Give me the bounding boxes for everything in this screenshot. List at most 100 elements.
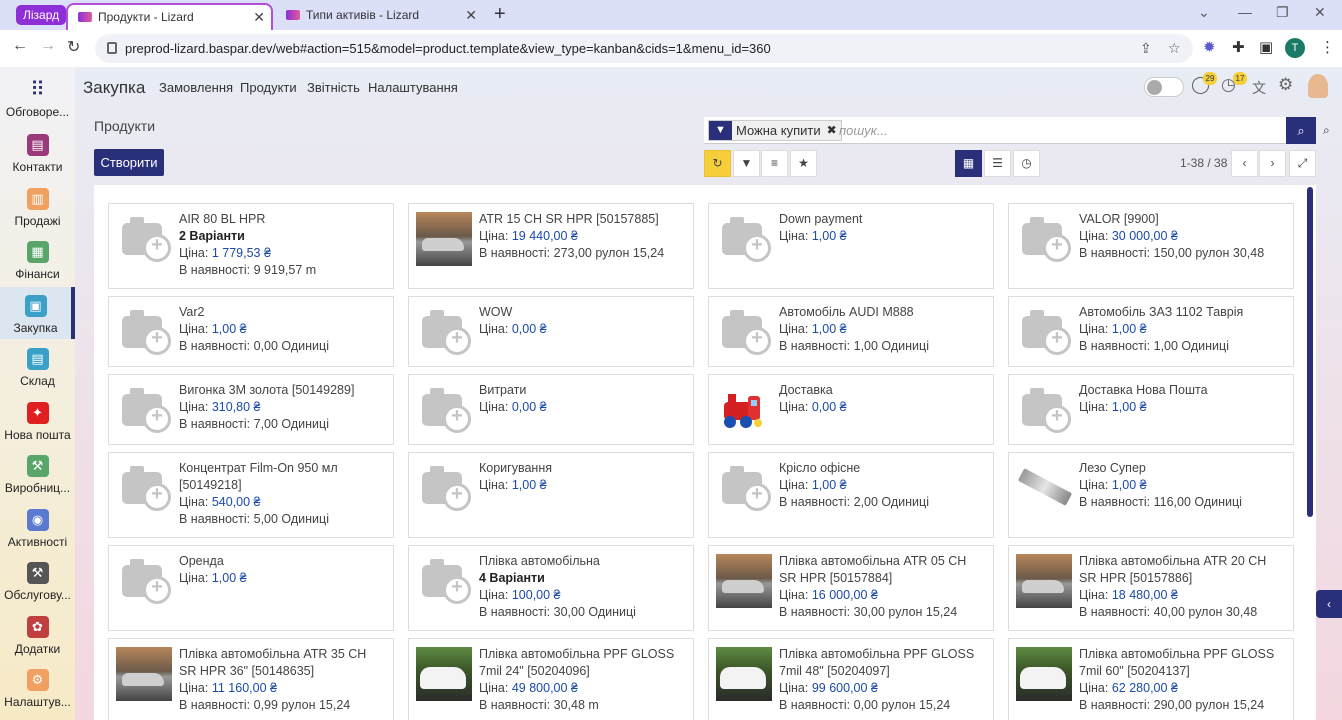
favorites-button[interactable]: ★ bbox=[790, 150, 817, 177]
url-text[interactable]: preprod-lizard.baspar.dev/web#action=515… bbox=[125, 41, 771, 56]
sidebar-item-maintenance[interactable]: ⚒ Обслугову... bbox=[0, 558, 75, 608]
extension-gear-icon[interactable]: ✹ bbox=[1203, 38, 1216, 56]
tab-search-icon[interactable]: ⌄ bbox=[1198, 4, 1210, 21]
product-price: Ціна: 11 160,00 ₴ bbox=[179, 680, 385, 697]
menu-settings[interactable]: Налаштування bbox=[368, 80, 458, 95]
remove-facet-icon[interactable]: ✖ bbox=[827, 121, 837, 140]
close-tab-icon[interactable]: ✕ bbox=[465, 3, 477, 28]
sidebar-item-manufacturing[interactable]: ⚒ Виробниц... bbox=[0, 451, 75, 501]
scrollbar[interactable] bbox=[1307, 187, 1313, 517]
product-card[interactable]: Коригування Ціна: 1,00 ₴ bbox=[408, 452, 694, 538]
collapse-panel-button[interactable]: ‹ bbox=[1316, 590, 1342, 618]
sidebar-item-finance[interactable]: ▦ Фінанси bbox=[0, 237, 75, 287]
product-name: VALOR [9900] bbox=[1079, 212, 1159, 226]
search-options-icon[interactable]: ⌕ bbox=[1323, 123, 1330, 138]
filter-button[interactable]: ▼ bbox=[733, 150, 760, 177]
price-label: Ціна: bbox=[1079, 478, 1109, 492]
product-card[interactable]: Плівка автомобільна ATR 35 CH SR HPR 36"… bbox=[108, 638, 394, 720]
product-card[interactable]: Доставка Нова Пошта Ціна: 1,00 ₴ bbox=[1008, 374, 1294, 445]
search-facet[interactable]: ▼ Можна купити ✖ bbox=[708, 120, 842, 141]
sidebar-item-warehouse[interactable]: ▤ Склад bbox=[0, 344, 75, 394]
forward-icon[interactable]: → bbox=[40, 37, 56, 55]
sidebar-item-apps[interactable]: ✿ Додатки bbox=[0, 612, 75, 662]
product-card[interactable]: Плівка автомобільна ATR 20 CH SR HPR [50… bbox=[1008, 545, 1294, 631]
product-card[interactable]: Var2Ціна: 1,00 ₴В наявності: 0,00 Одиниц… bbox=[108, 296, 394, 367]
product-card[interactable]: Концентрат Film-On 950 мл [50149218] Ціна… bbox=[108, 452, 394, 538]
product-card[interactable]: Плівка автомобільна PPF GLOSS 7mil 24" [… bbox=[408, 638, 694, 720]
sidebar-item-activities[interactable]: ◉ Активності bbox=[0, 505, 75, 555]
sidepanel-icon[interactable]: ▣ bbox=[1259, 38, 1273, 56]
sidebar-item-discuss[interactable]: ⠿ Обговоре... bbox=[0, 75, 75, 125]
product-card[interactable]: VALOR [9900]Ціна: 30 000,00 ₴В наявності… bbox=[1008, 203, 1294, 289]
image-placeholder-icon bbox=[1016, 304, 1072, 360]
refresh-button[interactable]: ↻ bbox=[704, 150, 731, 177]
product-card[interactable]: Лезо Супер Ціна: 1,00 ₴ В наявності: 116,0… bbox=[1008, 452, 1294, 538]
product-stock: В наявності: 0,00 Одиниці bbox=[179, 339, 329, 353]
maximize-icon[interactable]: ❐ bbox=[1276, 4, 1289, 21]
list-view-button[interactable]: ☰ bbox=[984, 150, 1011, 177]
app-title[interactable]: Закупка bbox=[83, 78, 145, 98]
profile-avatar[interactable]: T bbox=[1285, 38, 1305, 58]
product-card[interactable]: ATR 15 CH SR HPR [50157885] Ціна: 19 440,… bbox=[408, 203, 694, 289]
product-card[interactable]: Крісло офіснеЦіна: 1,00 ₴В наявності: 2,… bbox=[708, 452, 994, 538]
search-bar[interactable]: ▼ Можна купити ✖ пошук... bbox=[704, 117, 1286, 144]
sidebar-item-purchase[interactable]: ▣ Закупка bbox=[0, 287, 75, 339]
product-price: Ціна: 1,00 ₴ bbox=[1079, 321, 1285, 338]
product-card[interactable]: Плівка автомобільна 4 ВаріантиЦіна: 100,0… bbox=[408, 545, 694, 631]
browser-tab-products[interactable]: Продукти - Lizard ✕ bbox=[66, 3, 273, 30]
product-card[interactable]: Плівка автомобільна PPF GLOSS 7mil 60" [… bbox=[1008, 638, 1294, 720]
search-input[interactable]: пошук... bbox=[839, 123, 888, 138]
product-info: Down payment Ціна: 1,00 ₴ bbox=[779, 211, 985, 245]
bookmark-star-icon[interactable]: ☆ bbox=[1168, 40, 1181, 57]
pager-next-button[interactable]: › bbox=[1259, 150, 1286, 177]
product-card[interactable]: Доставка Ціна: 0,00 ₴ bbox=[708, 374, 994, 445]
back-icon[interactable]: ← bbox=[12, 37, 28, 55]
new-tab-icon[interactable]: + bbox=[494, 3, 506, 26]
pager-value[interactable]: 1-38 / 38 bbox=[1180, 156, 1227, 170]
product-card[interactable]: Плівка автомобільна ATR 05 CH SR HPR [50… bbox=[708, 545, 994, 631]
activity-view-button[interactable]: ◷ bbox=[1013, 150, 1040, 177]
product-variants[interactable]: 4 Варіанти bbox=[479, 570, 685, 587]
mode-toggle[interactable] bbox=[1144, 77, 1184, 97]
image-placeholder-icon bbox=[116, 304, 172, 360]
product-card[interactable]: AIR 80 BL HPR2 ВаріантиЦіна: 1 779,53 ₴В… bbox=[108, 203, 394, 289]
sidebar-item-sales[interactable]: ▥ Продажі bbox=[0, 184, 75, 234]
extensions-puzzle-icon[interactable]: ✚ bbox=[1232, 38, 1245, 56]
sidebar-item-settings[interactable]: ⚙ Налаштув... bbox=[0, 665, 75, 715]
reload-icon[interactable]: ↻ bbox=[67, 37, 80, 57]
language-icon[interactable]: 文 bbox=[1252, 78, 1266, 98]
group-by-button[interactable]: ≡ bbox=[761, 150, 788, 177]
search-button[interactable]: ⌕ bbox=[1286, 117, 1316, 144]
menu-orders[interactable]: Замовлення bbox=[159, 80, 233, 95]
menu-products[interactable]: Продукти bbox=[240, 80, 297, 95]
product-price: Ціна: 18 480,00 ₴ bbox=[1079, 587, 1285, 604]
kanban-view-button[interactable]: ▦ bbox=[955, 150, 982, 177]
browser-menu-icon[interactable]: ⋮ bbox=[1320, 38, 1335, 56]
image-placeholder-icon bbox=[416, 304, 472, 360]
profile-chip[interactable]: Лізард bbox=[16, 5, 67, 25]
product-card[interactable]: Автомобіль ЗАЗ 1102 ТавріяЦіна: 1,00 ₴В … bbox=[1008, 296, 1294, 367]
share-icon[interactable]: ⇪ bbox=[1140, 40, 1152, 57]
product-card[interactable]: Вигонка 3М золота [50149289] Ціна: 310,80… bbox=[108, 374, 394, 445]
product-card[interactable]: Витрати Ціна: 0,00 ₴ bbox=[408, 374, 694, 445]
address-bar[interactable]: preprod-lizard.baspar.dev/web#action=515… bbox=[95, 34, 1193, 63]
minimize-icon[interactable]: — bbox=[1238, 4, 1252, 20]
close-window-icon[interactable]: ✕ bbox=[1314, 4, 1326, 21]
price-value: 18 480,00 ₴ bbox=[1111, 588, 1178, 602]
sidebar-item-contacts[interactable]: ▤ Контакти bbox=[0, 130, 75, 180]
create-button[interactable]: Створити bbox=[94, 149, 164, 176]
fullscreen-button[interactable]: ⤢ bbox=[1289, 150, 1316, 177]
menu-reporting[interactable]: Звітність bbox=[307, 80, 360, 95]
user-avatar[interactable] bbox=[1308, 74, 1328, 98]
product-card[interactable]: Автомобіль AUDI M888Ціна: 1,00 ₴В наявно… bbox=[708, 296, 994, 367]
product-variants[interactable]: 2 Варіанти bbox=[179, 228, 385, 245]
browser-tab-asset-types[interactable]: Типи активів - Lizard ✕ bbox=[276, 3, 483, 30]
product-card[interactable]: Оренда Ціна: 1,00 ₴ bbox=[108, 545, 394, 631]
settings-gear-icon[interactable]: ⚙ bbox=[1278, 75, 1293, 95]
close-tab-icon[interactable]: ✕ bbox=[253, 5, 265, 30]
product-card[interactable]: WOW Ціна: 0,00 ₴ bbox=[408, 296, 694, 367]
pager-previous-button[interactable]: ‹ bbox=[1231, 150, 1258, 177]
product-card[interactable]: Плівка автомобільна PPF GLOSS 7mil 48" [… bbox=[708, 638, 994, 720]
sidebar-item-nova-poshta[interactable]: ✦ Нова пошта bbox=[0, 398, 75, 448]
product-card[interactable]: Down payment Ціна: 1,00 ₴ bbox=[708, 203, 994, 289]
